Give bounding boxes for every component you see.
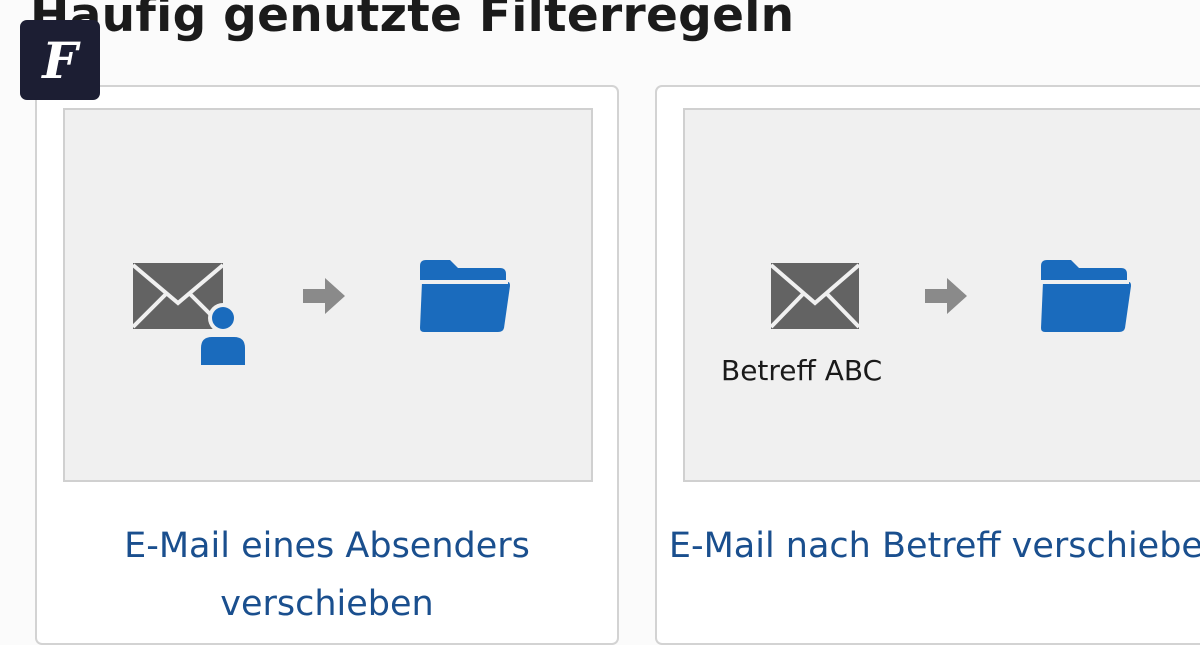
rule-title[interactable]: E-Mail nach Betreff verschieben	[657, 517, 1200, 575]
rule-preview	[63, 108, 593, 482]
subject-label: Betreff ABC	[721, 354, 883, 387]
arrow-right-icon	[303, 278, 345, 314]
arrow-right-icon	[925, 278, 967, 314]
person-icon	[197, 303, 249, 365]
rule-title[interactable]: E-Mail eines Absenders verschieben	[37, 517, 617, 633]
folder-icon	[420, 260, 510, 332]
faz-logo-icon[interactable]: F	[20, 20, 100, 100]
folder-icon	[1041, 260, 1131, 332]
rule-preview: Betreff ABC	[683, 108, 1200, 482]
rule-card-sender[interactable]: E-Mail eines Absenders verschieben	[35, 85, 619, 645]
envelope-icon	[771, 263, 859, 329]
page-title: Häufig genutzte Filterregeln	[30, 0, 795, 43]
svg-text:F: F	[40, 31, 81, 90]
rule-card-subject[interactable]: Betreff ABC E-Mail nach Betreff verschie…	[655, 85, 1200, 645]
